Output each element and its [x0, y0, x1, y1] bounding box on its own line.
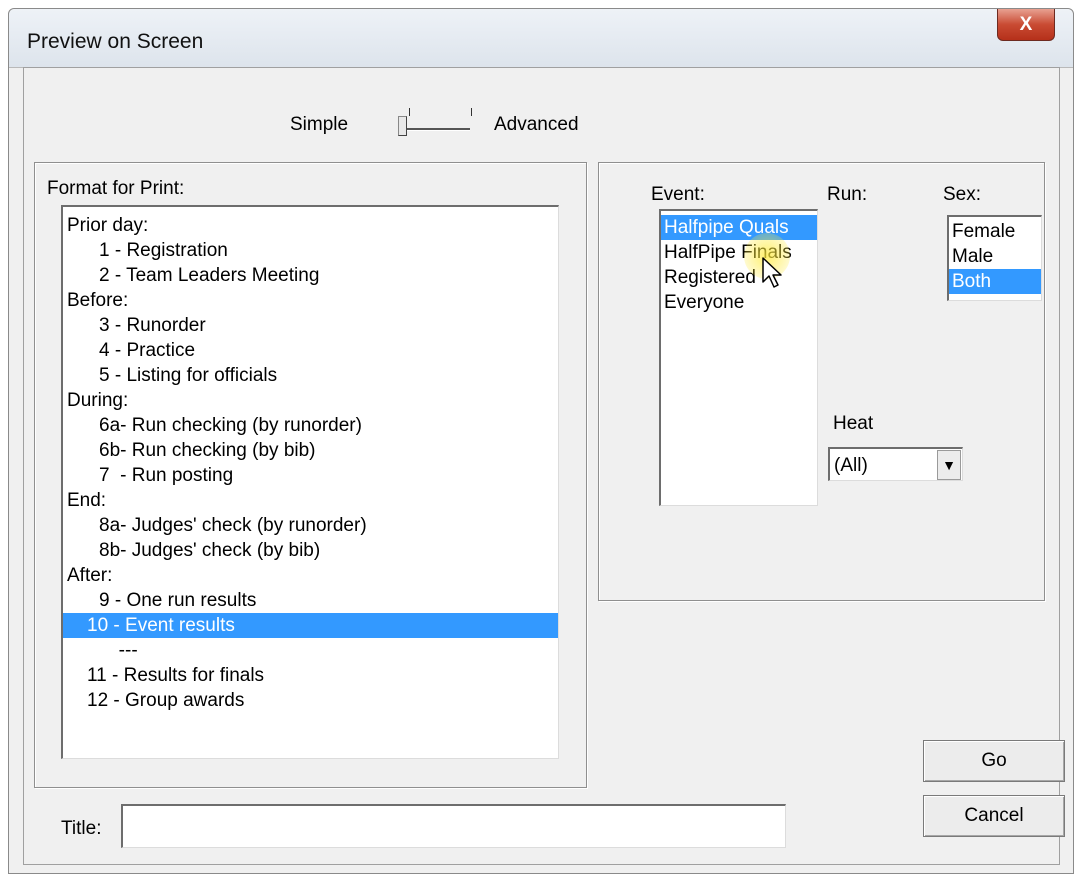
dialog-body: Simple Advanced Format for Print: Prior … [23, 67, 1065, 865]
title-bar[interactable]: Preview on Screen X [9, 9, 1073, 68]
mouse-pointer-icon [762, 257, 782, 288]
format-list-item[interactable]: 8b- Judges' check (by bib) [63, 538, 558, 563]
format-list-item[interactable]: 4 - Practice [63, 338, 558, 363]
format-list-item[interactable]: Prior day: [63, 213, 558, 238]
event-list-item[interactable]: Everyone [661, 290, 817, 315]
format-list-item[interactable]: During: [63, 388, 558, 413]
go-button[interactable]: Go [923, 740, 1065, 782]
format-list-item[interactable]: --- [63, 638, 558, 663]
heat-select[interactable]: (All) ▼ [828, 447, 963, 481]
format-label: Format for Print: [47, 178, 185, 199]
cancel-button[interactable]: Cancel [923, 795, 1065, 837]
heat-value: (All) [834, 455, 868, 476]
format-list-item[interactable]: 6a- Run checking (by runorder) [63, 413, 558, 438]
slider-tick [471, 108, 472, 116]
heat-label: Heat [833, 413, 874, 434]
event-list-item[interactable]: HalfPipe Finals [661, 240, 817, 265]
format-list-item[interactable]: Before: [63, 288, 558, 313]
format-list-item[interactable]: After: [63, 563, 558, 588]
mode-slider[interactable] [398, 108, 478, 142]
event-label: Event: [651, 184, 705, 205]
preview-dialog: Preview on Screen X Simple Advanced Form… [8, 8, 1074, 874]
close-button[interactable]: X [997, 9, 1055, 41]
format-list[interactable]: Prior day: 1 - Registration 2 - Team Leade… [61, 205, 559, 759]
format-group: Format for Print: Prior day: 1 - Registra… [34, 162, 587, 788]
event-list-item[interactable]: Halfpipe Quals [661, 215, 817, 240]
sex-label: Sex: [943, 184, 982, 205]
close-icon: X [1019, 13, 1033, 35]
sex-list[interactable]: Female Male Both [947, 215, 1042, 301]
slider-thumb[interactable] [398, 116, 407, 136]
chevron-down-icon[interactable]: ▼ [937, 450, 961, 480]
format-list-item[interactable]: 6b- Run checking (by bib) [63, 438, 558, 463]
format-list-item[interactable]: 10 - Event results [63, 613, 558, 638]
format-list-item[interactable]: 3 - Runorder [63, 313, 558, 338]
slider-tick [409, 108, 410, 116]
event-list[interactable]: Halfpipe Quals HalfPipe Finals Registered E… [659, 209, 818, 506]
format-list-item[interactable]: 11 - Results for finals [63, 663, 558, 688]
sex-list-item[interactable]: Male [949, 244, 1041, 269]
title-field-label: Title: [61, 818, 102, 839]
window-title: Preview on Screen [27, 30, 204, 53]
run-label: Run: [827, 184, 868, 205]
selection-group: Event: Run: Sex: Halfpipe Quals HalfPipe … [598, 162, 1045, 601]
format-list-item[interactable]: End: [63, 488, 558, 513]
format-list-item[interactable]: 12 - Group awards [63, 688, 558, 713]
format-list-item[interactable]: 5 - Listing for officials [63, 363, 558, 388]
sex-list-item[interactable]: Both [949, 269, 1041, 294]
format-list-item[interactable]: 2 - Team Leaders Meeting [63, 263, 558, 288]
slider-track [402, 128, 470, 131]
format-list-item[interactable]: 8a- Judges' check (by runorder) [63, 513, 558, 538]
event-list-item[interactable]: Registered [661, 265, 817, 290]
slider-advanced-label: Advanced [494, 114, 579, 135]
format-list-item[interactable]: 9 - One run results [63, 588, 558, 613]
format-list-item[interactable]: 1 - Registration [63, 238, 558, 263]
title-input[interactable] [121, 804, 786, 848]
slider-simple-label: Simple [290, 114, 349, 135]
sex-list-item[interactable]: Female [949, 219, 1041, 244]
format-list-item[interactable]: 7 - Run posting [63, 463, 558, 488]
